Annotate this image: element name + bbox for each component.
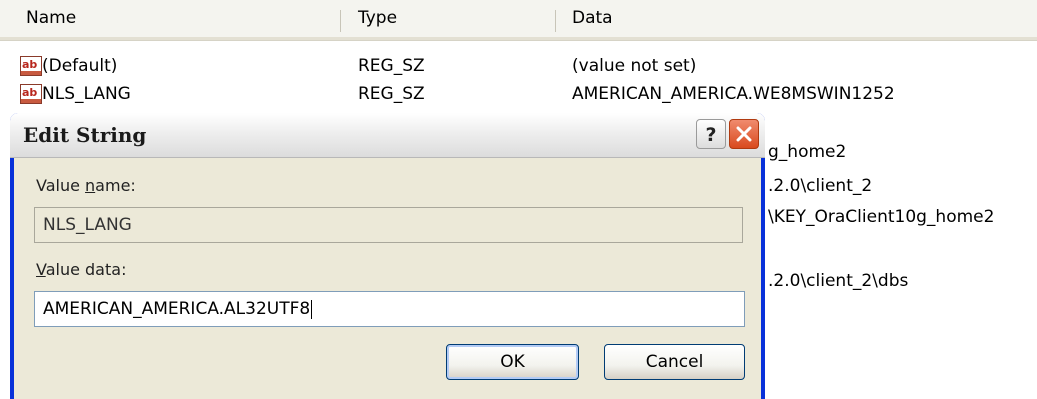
- value-name: (Default): [42, 56, 118, 76]
- value-name-field: NLS_LANG: [34, 207, 743, 243]
- dialog-client-area: Value name: NLS_LANG Value data: AMERICA…: [14, 158, 761, 399]
- list-header: Name Type Data: [0, 0, 1037, 41]
- value-data: AMERICAN_AMERICA.WE8MSWIN1252: [572, 84, 895, 104]
- value-type: REG_SZ: [358, 84, 425, 104]
- question-mark-icon: ?: [705, 124, 716, 146]
- value-data-label: Value data:: [36, 260, 127, 279]
- column-separator[interactable]: [340, 10, 341, 32]
- list-item-data-partial: .2.0\client_2\dbs: [768, 271, 909, 291]
- value-type: REG_SZ: [358, 56, 425, 76]
- column-header-type[interactable]: Type: [358, 0, 397, 37]
- column-header-data[interactable]: Data: [572, 0, 613, 37]
- svg-text:ab: ab: [22, 58, 37, 71]
- value-data: (value not set): [572, 56, 697, 76]
- close-button[interactable]: [729, 119, 759, 149]
- help-button[interactable]: ?: [696, 119, 726, 149]
- column-header-name[interactable]: Name: [26, 0, 76, 37]
- ok-button[interactable]: OK: [446, 344, 579, 380]
- value-data-input[interactable]: AMERICAN_AMERICA.AL32UTF8: [34, 291, 745, 327]
- dialog-title: Edit String: [23, 123, 147, 147]
- close-icon: [736, 126, 752, 142]
- list-item-data-partial: g_home2: [768, 142, 847, 162]
- value-name-label: Value name:: [36, 176, 136, 195]
- dialog-titlebar[interactable]: Edit String ?: [10, 113, 765, 158]
- svg-text:ab: ab: [22, 86, 37, 99]
- cancel-button[interactable]: Cancel: [604, 344, 745, 380]
- string-value-icon: ab: [20, 84, 42, 104]
- list-item[interactable]: ab NLS_LANG REG_SZ AMERICAN_AMERICA.WE8M…: [0, 80, 1037, 108]
- svg-text:?: ?: [705, 124, 716, 146]
- string-value-icon: ab: [20, 56, 42, 76]
- text-caret: [311, 299, 313, 319]
- list-item-data-partial: \KEY_OraClient10g_home2: [768, 207, 995, 227]
- edit-string-dialog: Edit String ? Value name: NLS_LANG Value…: [10, 113, 765, 399]
- list-item[interactable]: ab (Default) REG_SZ (value not set): [0, 52, 1037, 80]
- list-item-data-partial: .2.0\client_2: [768, 176, 873, 196]
- value-name: NLS_LANG: [42, 84, 131, 104]
- column-separator[interactable]: [555, 10, 556, 32]
